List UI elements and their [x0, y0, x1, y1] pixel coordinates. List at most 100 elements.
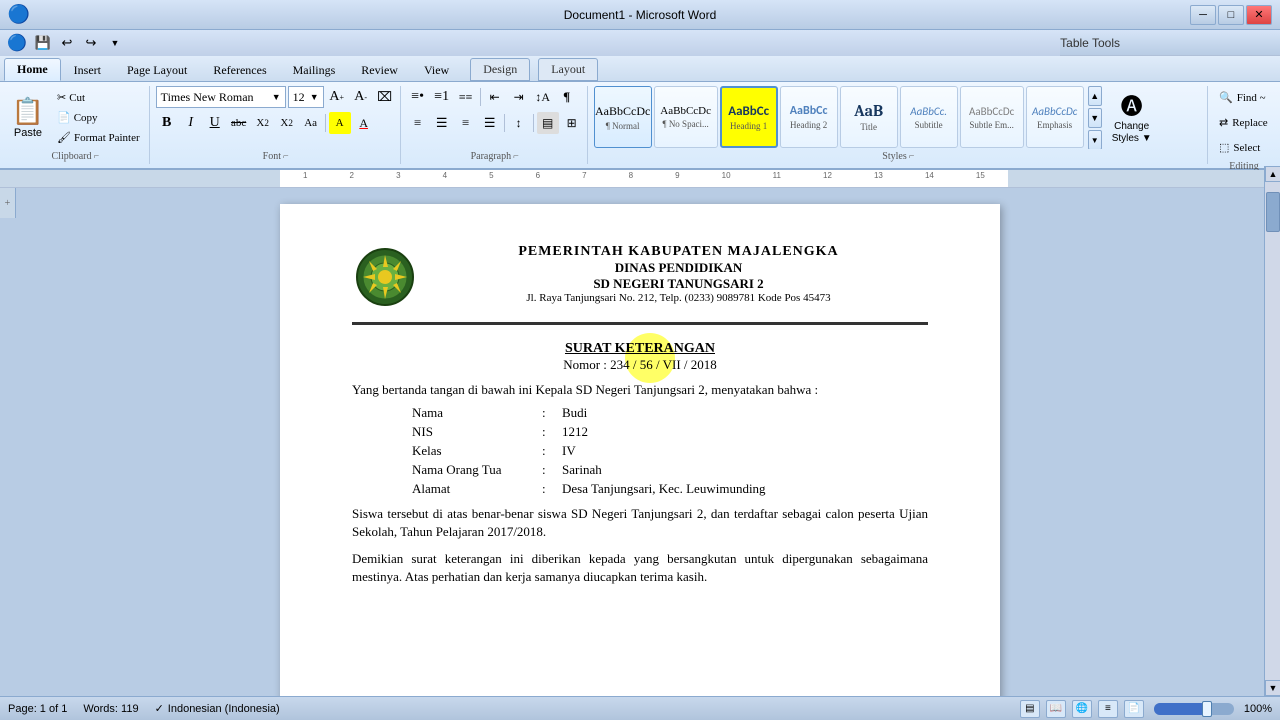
letter-intro: Yang bertanda tangan di bawah ini Kepala… — [352, 381, 928, 399]
font-color-button[interactable]: A — [353, 112, 375, 134]
sort-button[interactable]: ↕A — [532, 86, 554, 108]
tab-insert[interactable]: Insert — [61, 59, 114, 81]
paragraph-label: Paragraph ⌐ — [407, 149, 583, 164]
style-emphasis-preview: AaBbCcDc — [1032, 105, 1077, 118]
subscript-button[interactable]: X2 — [252, 112, 274, 134]
style-emphasis[interactable]: AaBbCcDc Emphasis — [1026, 86, 1084, 148]
style-subtitle[interactable]: AaBbCc. Subtitle — [900, 86, 958, 148]
font-name-dropdown[interactable]: Times New Roman ▼ — [156, 86, 286, 108]
maximize-button[interactable]: □ — [1218, 5, 1244, 25]
paragraph-expand[interactable]: ⌐ — [513, 151, 519, 162]
styles-scroll-more[interactable]: ▼ — [1088, 130, 1102, 149]
select-button[interactable]: ⬚ Select — [1214, 136, 1274, 159]
shading-button[interactable]: ▤ — [537, 112, 559, 134]
tab-mailings[interactable]: Mailings — [280, 59, 349, 81]
close-button[interactable]: ✕ — [1246, 5, 1272, 25]
bold-button[interactable]: B — [156, 112, 178, 134]
office-orb[interactable]: 🔵 — [4, 33, 30, 53]
undo-button[interactable]: ↩ — [56, 33, 78, 53]
letter-title: SURAT KETERANGAN — [352, 341, 928, 357]
style-subtle-em[interactable]: AaBbCcDc Subtle Em... — [960, 86, 1024, 148]
word-icon: 🔵 — [8, 5, 30, 25]
language-status: ✓ Indonesian (Indonesia) — [155, 702, 280, 715]
draft-button[interactable]: 📄 — [1124, 700, 1144, 718]
tab-home[interactable]: Home — [4, 58, 61, 81]
align-left-button[interactable]: ≡ — [407, 112, 429, 134]
document-page[interactable]: PEMERINTAH KABUPATEN MAJALENGKA DINAS PE… — [280, 204, 1000, 696]
tab-pagelayout[interactable]: Page Layout — [114, 59, 200, 81]
qat-dropdown[interactable]: ▼ — [104, 33, 126, 53]
borders-button[interactable]: ⊞ — [561, 112, 583, 134]
show-hide-button[interactable]: ¶ — [556, 86, 578, 108]
style-no-spacing[interactable]: AaBbCcDc ¶ No Spaci... — [654, 86, 718, 148]
font-size-dropdown[interactable]: 12 ▼ — [288, 86, 324, 108]
tab-view[interactable]: View — [411, 59, 462, 81]
window-controls: ─ □ ✕ — [1190, 5, 1272, 25]
strikethrough-button[interactable]: abc — [228, 112, 250, 134]
tab-review[interactable]: Review — [348, 59, 411, 81]
replace-button[interactable]: ⇄ Replace — [1214, 111, 1274, 134]
zoom-thumb[interactable] — [1202, 701, 1212, 717]
paste-button[interactable]: 📋 Paste — [6, 89, 50, 147]
align-right-button[interactable]: ≡ — [455, 112, 477, 134]
ruler-num: 9 — [675, 171, 679, 180]
line-spacing-button[interactable]: ↕ — [508, 112, 530, 134]
find-button[interactable]: 🔍 Find ~ — [1214, 86, 1274, 109]
clipboard-expand[interactable]: ⌐ — [94, 151, 100, 162]
change-styles-button[interactable]: 🅐 ChangeStyles ▼ — [1106, 86, 1158, 148]
tab-layout[interactable]: Layout — [538, 58, 598, 81]
web-layout-button[interactable]: 🌐 — [1072, 700, 1092, 718]
replace-icon: ⇄ — [1219, 116, 1228, 129]
ruler-num: 12 — [823, 171, 832, 180]
ruler-numbers: 1 2 3 4 5 6 7 8 9 10 11 12 13 14 15 — [280, 171, 1008, 180]
font-content: Times New Roman ▼ 12 ▼ A+ A- ⌧ B I U abc… — [156, 86, 396, 149]
print-layout-button[interactable]: ▤ — [1020, 700, 1040, 718]
status-right: ▤ 📖 🌐 ≡ 📄 100% — [1020, 700, 1272, 718]
minimize-button[interactable]: ─ — [1190, 5, 1216, 25]
format-painter-button[interactable]: 🖌 Format Painter — [52, 128, 145, 147]
copy-icon: 📄 — [57, 111, 71, 124]
decrease-indent-button[interactable]: ⇤ — [484, 86, 506, 108]
styles-scroll-down[interactable]: ▼ — [1088, 108, 1102, 128]
full-reading-button[interactable]: 📖 — [1046, 700, 1066, 718]
italic-button[interactable]: I — [180, 112, 202, 134]
underline-button[interactable]: U — [204, 112, 226, 134]
divider — [325, 114, 326, 132]
bullets-button[interactable]: ≡• — [407, 86, 429, 108]
scroll-track[interactable] — [1265, 182, 1280, 680]
font-format-row: B I U abc X2 X2 Aa A A — [156, 112, 375, 134]
shrink-font-button[interactable]: A- — [350, 86, 372, 108]
align-center-button[interactable]: ☰ — [431, 112, 453, 134]
scroll-thumb[interactable] — [1266, 192, 1280, 232]
numbering-button[interactable]: ≡1 — [431, 86, 453, 108]
style-normal[interactable]: AaBbCcDc ¶ Normal — [594, 86, 652, 148]
styles-scroll-up[interactable]: ▲ — [1088, 86, 1102, 106]
zoom-slider[interactable] — [1154, 703, 1234, 715]
highlight-button[interactable]: A — [329, 112, 351, 134]
multilevel-button[interactable]: ≡≡ — [455, 86, 477, 108]
outline-button[interactable]: ≡ — [1098, 700, 1118, 718]
tab-references[interactable]: References — [200, 59, 279, 81]
superscript-button[interactable]: X2 — [276, 112, 298, 134]
save-button[interactable]: 💾 — [32, 33, 54, 53]
styles-expand[interactable]: ⌐ — [909, 151, 915, 162]
scroll-down-button[interactable]: ▼ — [1265, 680, 1280, 696]
copy-button[interactable]: 📄 Copy — [52, 108, 145, 127]
clear-format-button[interactable]: ⌧ — [374, 86, 396, 108]
style-heading1[interactable]: AaBbCc Heading 1 — [720, 86, 778, 148]
tab-design[interactable]: Design — [470, 58, 530, 81]
style-heading2[interactable]: AaBbCc Heading 2 — [780, 86, 838, 148]
grow-font-button[interactable]: A+ — [326, 86, 348, 108]
ribbon-tabs: Home Insert Page Layout References Maili… — [0, 56, 1280, 82]
cut-button[interactable]: ✂ Cut — [52, 88, 145, 107]
font-label: Font ⌐ — [156, 149, 396, 164]
increase-indent-button[interactable]: ⇥ — [508, 86, 530, 108]
font-expand[interactable]: ⌐ — [283, 151, 289, 162]
redo-button[interactable]: ↪ — [80, 33, 102, 53]
change-case-button[interactable]: Aa — [300, 112, 322, 134]
justify-button[interactable]: ☰ — [479, 112, 501, 134]
paste-icon: 📋 — [12, 96, 44, 127]
divider — [533, 114, 534, 132]
style-title[interactable]: AaB Title — [840, 86, 898, 148]
scroll-up-button[interactable]: ▲ — [1265, 166, 1280, 182]
